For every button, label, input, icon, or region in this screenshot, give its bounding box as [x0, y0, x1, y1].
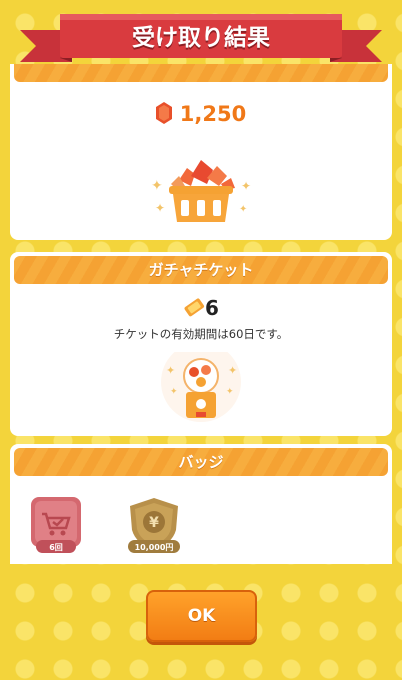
svg-text:✦: ✦: [228, 364, 237, 377]
svg-text:✦: ✦: [239, 204, 247, 215]
badge-card: バッジ 6回 ¥ 10,000円: [10, 444, 392, 564]
svg-text:✦: ✦: [226, 387, 234, 397]
svg-text:✦: ✦: [155, 201, 165, 215]
ticket-icon: [184, 298, 205, 317]
rupee-card: 1,250 ✦ ✦ ✦ ✦: [10, 64, 392, 240]
ok-button[interactable]: OK: [146, 590, 257, 642]
ticket-count: 6: [205, 296, 219, 320]
svg-text:✦: ✦: [166, 364, 175, 377]
svg-text:¥: ¥: [149, 515, 159, 531]
svg-text:✦: ✦: [151, 178, 163, 194]
ticket-count-row: 6: [10, 296, 392, 320]
ticket-expiry-note: チケットの有効期間は60日です。: [113, 327, 289, 341]
badge-item[interactable]: ¥ 10,000円: [126, 496, 182, 560]
header-title: 受け取り結果: [132, 25, 270, 51]
badge-card-title: バッジ: [14, 448, 388, 476]
svg-text:✦: ✦: [241, 179, 251, 193]
rupee-icon: [155, 102, 172, 124]
ticket-card-title: ガチャチケット: [14, 256, 388, 284]
result-scroll-area[interactable]: 1,250 ✦ ✦ ✦ ✦ ガチャチケット 6 チケットの有効期間は60日です。…: [10, 64, 392, 564]
rupee-basket-icon: ✦ ✦ ✦ ✦: [151, 160, 251, 222]
ticket-card: ガチャチケット 6 チケットの有効期間は60日です。 ✦ ✦ ✦ ✦: [10, 252, 392, 436]
badge-item[interactable]: 6回: [30, 496, 82, 560]
badge-label: 6回: [49, 543, 63, 552]
svg-text:✦: ✦: [170, 387, 178, 397]
gacha-machine-icon: ✦ ✦ ✦ ✦: [161, 352, 241, 422]
rupee-amount: 1,250: [179, 102, 247, 126]
rupee-amount-row: 1,250: [10, 102, 392, 126]
badge-label: 10,000円: [134, 543, 174, 552]
